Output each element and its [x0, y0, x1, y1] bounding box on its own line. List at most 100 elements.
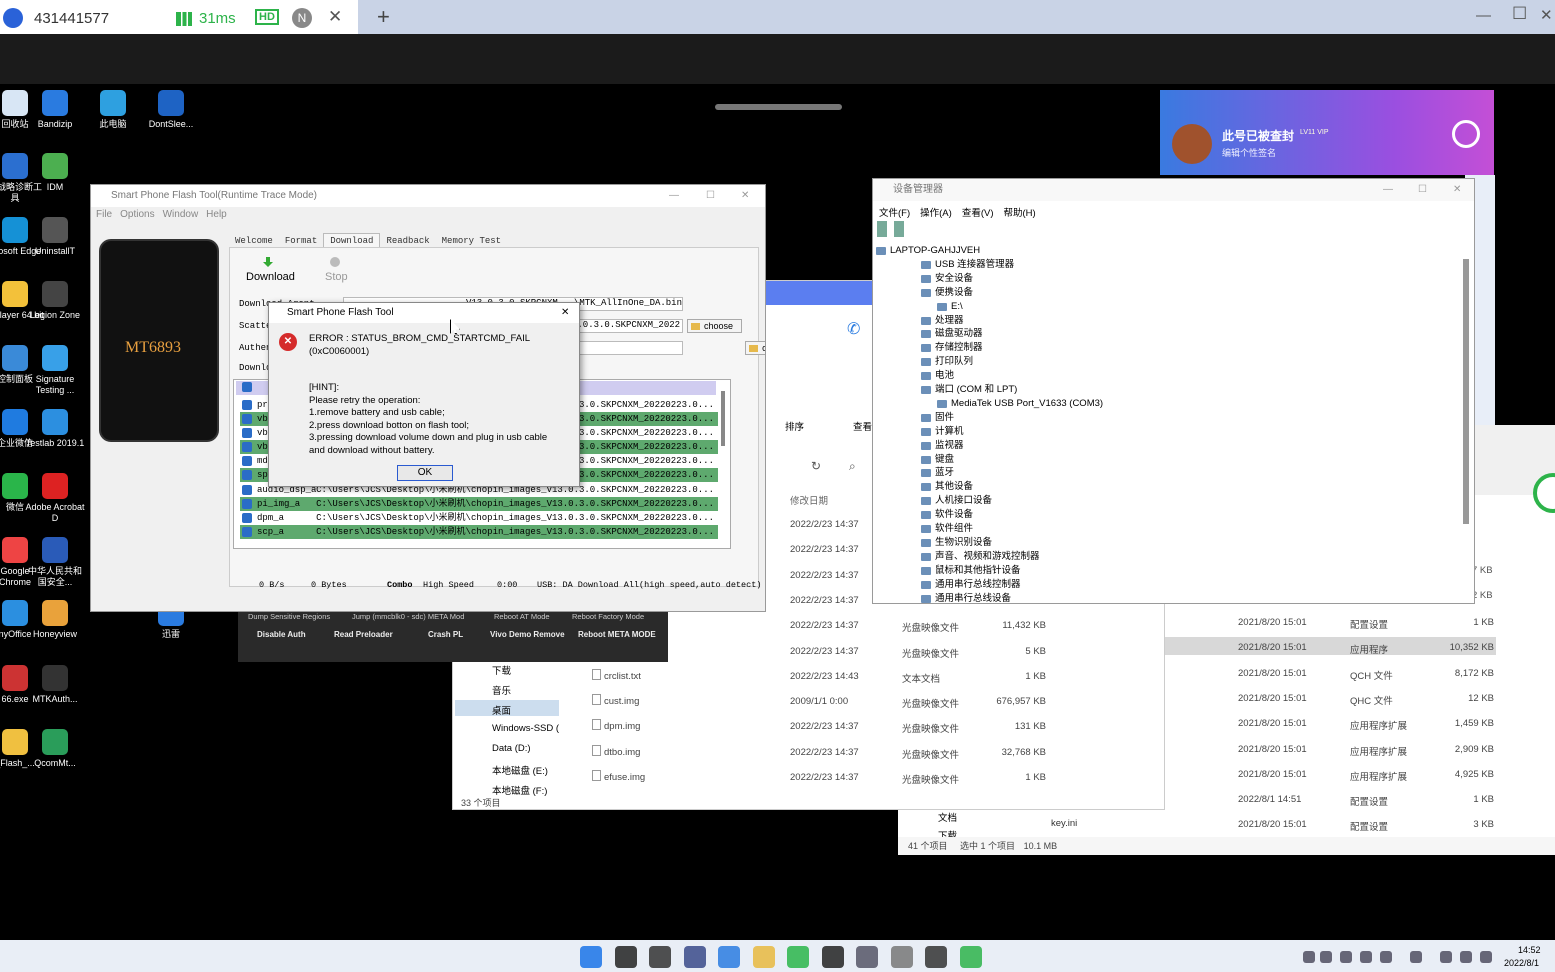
checkbox[interactable]: [242, 442, 252, 452]
devmgr-scrollbar[interactable]: [1463, 259, 1469, 524]
menu-item[interactable]: File: [96, 209, 112, 220]
tray-icon[interactable]: [1340, 951, 1352, 963]
modified-header[interactable]: 修改日期: [790, 493, 828, 507]
checkbox[interactable]: [242, 499, 252, 509]
minimize-button[interactable]: —: [1476, 7, 1491, 24]
checkbox[interactable]: [242, 485, 252, 495]
checkbox[interactable]: [242, 527, 252, 537]
maximize-button[interactable]: ☐: [1512, 4, 1527, 24]
tree-item[interactable]: 通用串行总线控制器: [935, 578, 1021, 592]
tree-item[interactable]: 端口 (COM 和 LPT): [935, 383, 1017, 397]
view-button[interactable]: 查看: [853, 419, 872, 433]
tool-button[interactable]: Disable Auth: [257, 630, 306, 639]
table-row[interactable]: scp_a C:\Users\JCS\Desktop\小米刷机\chopin_im…: [240, 525, 718, 539]
tree-item[interactable]: MediaTek USB Port_V1633 (COM3): [951, 397, 1103, 411]
nav-item[interactable]: 音乐: [492, 683, 511, 697]
desktop-icon[interactable]: Bandizip: [25, 90, 85, 130]
desktop-icon[interactable]: UninstallT: [25, 217, 85, 257]
nav-item[interactable]: 桌面: [492, 703, 511, 717]
tree-item[interactable]: 生物识别设备: [935, 536, 992, 550]
tray-icon[interactable]: [1480, 951, 1492, 963]
tray-icon[interactable]: [1303, 951, 1315, 963]
desktop-icon[interactable]: Legion Zone: [25, 281, 85, 321]
desktop-icon[interactable]: MTKAuth...: [25, 665, 85, 705]
taskbar-app-icon[interactable]: [752, 946, 775, 968]
tool-button[interactable]: Reboot Factory Mode: [572, 612, 644, 621]
new-tab-button[interactable]: +: [377, 4, 390, 30]
tree-item[interactable]: 固件: [935, 411, 954, 425]
tree-item[interactable]: 人机接口设备: [935, 494, 992, 508]
taskbar-app-icon[interactable]: [580, 946, 602, 968]
search-icon[interactable]: ⌕: [849, 459, 856, 474]
qq-avatar[interactable]: [1172, 124, 1212, 164]
file-name[interactable]: cust.img: [604, 696, 639, 707]
key-file[interactable]: key.ini: [1051, 818, 1077, 829]
taskbar-app-icon[interactable]: [959, 946, 982, 968]
tray-icon[interactable]: [1440, 951, 1452, 963]
menu-item[interactable]: 文件(F): [879, 208, 910, 219]
tree-item[interactable]: 处理器: [935, 314, 964, 328]
call-icon[interactable]: ✆: [847, 319, 860, 339]
close-tab-button[interactable]: ✕: [328, 7, 342, 27]
devmgr-maximize[interactable]: ☐: [1418, 179, 1427, 201]
tree-item[interactable]: 鼠标和其他指针设备: [935, 564, 1021, 578]
stop-button[interactable]: Stop: [325, 271, 348, 283]
tree-item[interactable]: E:\: [951, 300, 963, 314]
flash-maximize[interactable]: ☐: [706, 185, 715, 207]
checkbox[interactable]: [242, 456, 252, 466]
taskbar-app-icon[interactable]: [821, 946, 844, 968]
file-name[interactable]: dpm.img: [604, 721, 640, 732]
file-name[interactable]: efuse.img: [604, 772, 645, 783]
checkbox[interactable]: [242, 414, 252, 424]
file-name[interactable]: dtbo.img: [604, 747, 640, 758]
dialog-close[interactable]: ✕: [561, 303, 569, 323]
flash-close[interactable]: ✕: [741, 185, 749, 207]
tree-item[interactable]: 通用串行总线设备: [935, 592, 1011, 606]
table-row[interactable]: dpm_a C:\Users\JCS\Desktop\小米刷机\chopin_im…: [240, 511, 718, 525]
taskbar-app-icon[interactable]: [614, 946, 637, 968]
menu-item[interactable]: 操作(A): [920, 208, 952, 219]
tool-button[interactable]: Reboot AT Mode: [494, 612, 550, 621]
taskbar-app-icon[interactable]: [890, 946, 913, 968]
table-row[interactable]: pi_img_a C:\Users\JCS\Desktop\小米刷机\chopin…: [240, 497, 718, 511]
tree-item[interactable]: USB 连接器管理器: [935, 258, 1014, 272]
tool-button[interactable]: Vivo Demo Remove: [490, 630, 565, 639]
tree-item[interactable]: 存储控制器: [935, 341, 983, 355]
flash-minimize[interactable]: —: [669, 185, 679, 207]
desktop-icon[interactable]: DontSlee...: [141, 90, 201, 130]
scroll-handle[interactable]: [715, 104, 842, 110]
desktop-icon[interactable]: 此电脑: [83, 90, 143, 130]
desktop-icon[interactable]: Honeyview: [25, 600, 85, 640]
tray-icon[interactable]: [1410, 951, 1422, 963]
tree-item[interactable]: 计算机: [935, 425, 964, 439]
tray-icon[interactable]: [1380, 951, 1392, 963]
tree-item[interactable]: 蓝牙: [935, 466, 954, 480]
nav-item[interactable]: 下载: [492, 663, 511, 677]
taskbar-app-icon[interactable]: [925, 946, 947, 968]
tab-download[interactable]: Download: [323, 233, 381, 248]
nav-item[interactable]: Windows-SSD (: [492, 723, 559, 734]
tool-button[interactable]: Crash PL: [428, 630, 463, 639]
desktop-icon[interactable]: Adobe Acrobat D: [25, 473, 85, 524]
scatter-field[interactable]: 3.0.3.0.SKPCNXM_2022: [571, 319, 683, 333]
refresh-icon[interactable]: ↻: [811, 459, 821, 473]
tree-item[interactable]: 便携设备: [935, 286, 973, 300]
devmgr-minimize[interactable]: —: [1383, 179, 1393, 201]
taskbar-app-icon[interactable]: [856, 946, 878, 968]
menu-item[interactable]: 查看(V): [962, 208, 994, 219]
tree-item[interactable]: 其他设备: [935, 480, 973, 494]
menu-item[interactable]: Help: [206, 209, 227, 220]
choose-scatter-button[interactable]: choose: [745, 341, 765, 355]
ok-button[interactable]: OK: [397, 465, 453, 481]
desktop-icon[interactable]: Testlab 2019.1: [25, 409, 85, 449]
close-viewer-button[interactable]: ✕: [1540, 6, 1553, 24]
download-button[interactable]: Download: [246, 271, 295, 283]
tree-item[interactable]: 软件组件: [935, 522, 973, 536]
desktop-icon[interactable]: QcomMt...: [25, 729, 85, 769]
desktop-icon[interactable]: 中华人民共和国安全...: [25, 537, 85, 588]
tree-item[interactable]: 打印队列: [935, 355, 973, 369]
taskbar-app-icon[interactable]: [649, 946, 671, 968]
hd-badge[interactable]: HD: [255, 9, 279, 25]
taskbar-app-icon[interactable]: [718, 946, 740, 968]
tree-item[interactable]: 电池: [935, 369, 954, 383]
